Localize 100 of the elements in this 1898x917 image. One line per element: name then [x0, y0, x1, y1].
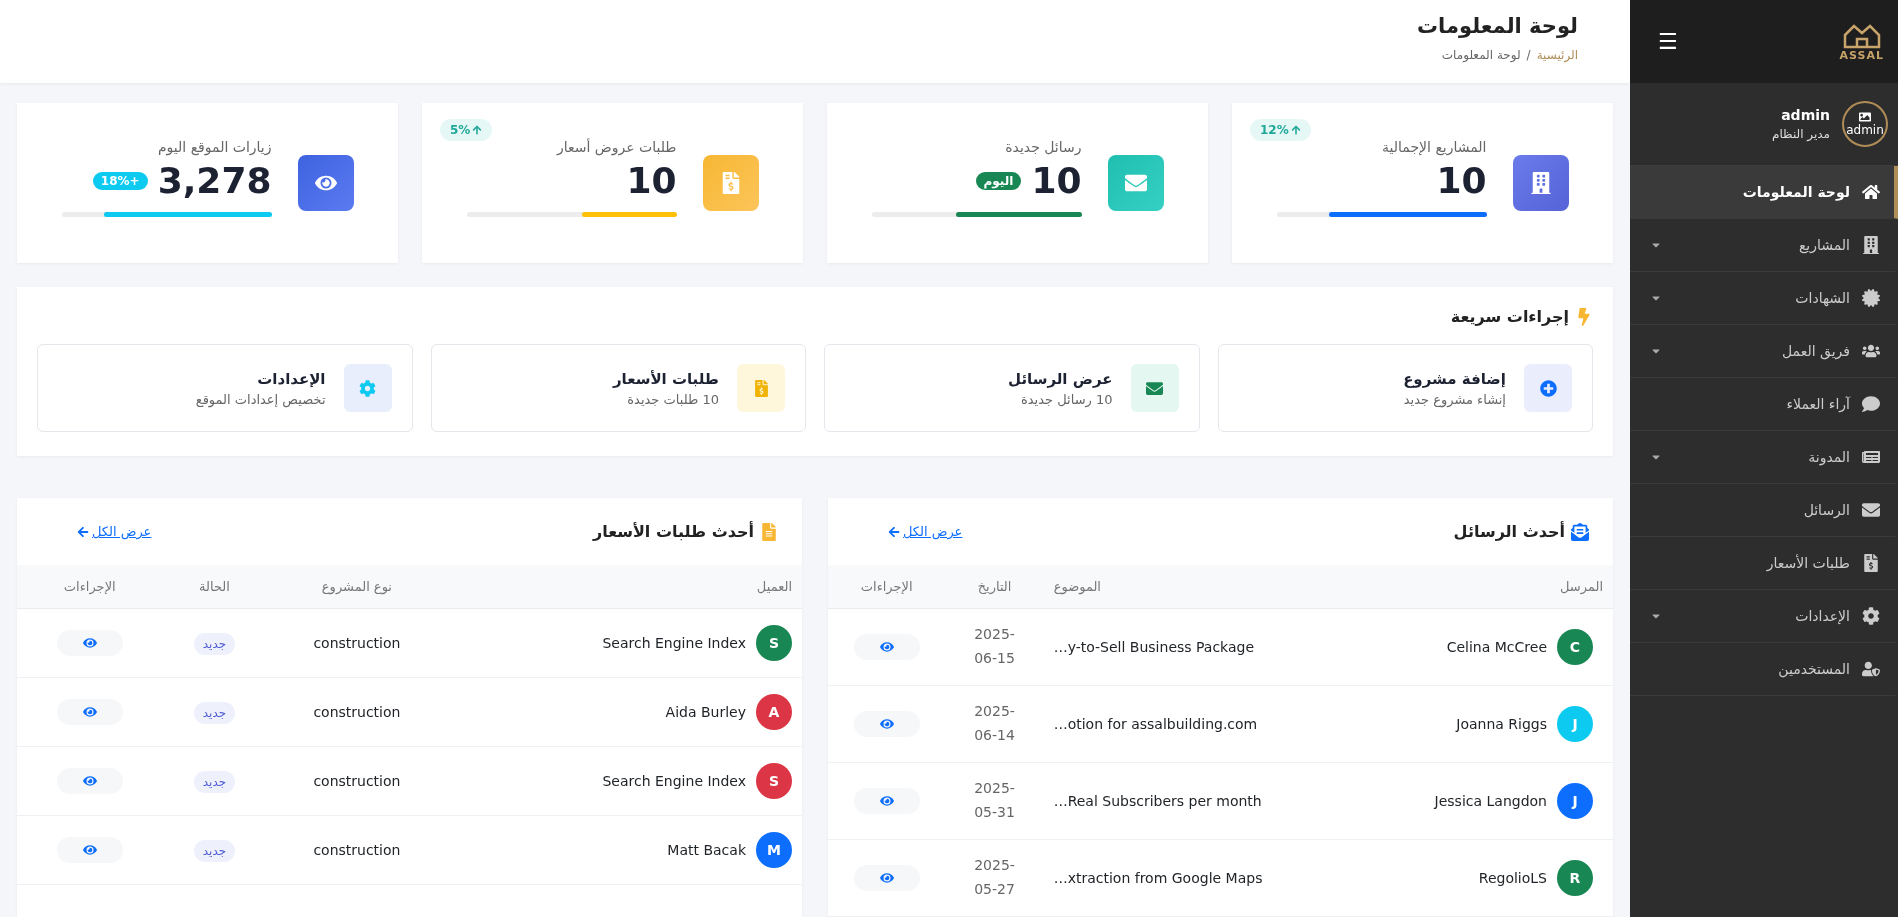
client-name: Search Engine Index [602, 773, 746, 789]
view-button[interactable] [56, 630, 123, 656]
column-header: التاريخ [945, 565, 1044, 609]
newspaper-icon [1862, 448, 1880, 466]
subject-text: …Real Subscribers per month [1053, 793, 1262, 809]
sidebar-item[interactable]: الشهادات [1630, 272, 1898, 325]
date-text: 2025-05-27 [973, 856, 1016, 899]
sender-name: Joanna Riggs [1456, 716, 1547, 732]
eye-icon [82, 843, 97, 857]
title-text: أحدث الرسائل [1453, 522, 1565, 541]
date-text: 2025-06-15 [973, 625, 1016, 668]
envelope-icon [1130, 364, 1179, 412]
column-header: الموضوع [1043, 565, 1356, 609]
eye-icon [879, 717, 894, 731]
action-subtitle: 10 رسائل جديدة [1019, 391, 1113, 407]
title-text: أحدث طلبات الأسعار [592, 522, 754, 541]
action-title: عرض الرسائل [1008, 369, 1113, 388]
broken-image-icon [1859, 111, 1871, 123]
building-icon [1512, 155, 1569, 211]
eye-icon [879, 871, 894, 885]
view-button[interactable] [853, 865, 920, 891]
envelope-icon [1107, 155, 1164, 211]
lightning-icon [1575, 307, 1593, 326]
stat-label: طلبات عروض أسعار [555, 138, 677, 155]
quick-action-card[interactable]: طلبات الأسعار 10 طلبات جديدة [430, 344, 806, 432]
action-title: إضافة مشروع [1403, 369, 1506, 388]
page-title: لوحة المعلومات [1416, 14, 1578, 38]
settings-icon [343, 364, 392, 412]
column-header: الحالة [162, 565, 267, 609]
stat-label: زيارات الموقع اليوم [156, 138, 272, 155]
user-role: مدير النظام [1771, 127, 1830, 141]
column-header: نوع المشروع [266, 565, 448, 609]
subject-text: …y-to-Sell Business Package [1053, 639, 1255, 655]
client-name: Search Engine Index [602, 635, 746, 651]
action-subtitle: تخصيص إعدادات الموقع [195, 391, 326, 407]
initial-avatar: R [1557, 860, 1593, 896]
invoice-icon [1862, 554, 1880, 572]
menu-button[interactable]: ☰ [1658, 29, 1678, 54]
project-type: construction [313, 773, 401, 789]
sidebar-item[interactable]: فريق العمل [1630, 325, 1898, 378]
status-badge: جديد [193, 771, 236, 793]
sidebar-item[interactable]: الرسائل [1630, 484, 1898, 537]
project-type: construction [313, 635, 401, 651]
initial-avatar: M [756, 832, 792, 868]
sidebar-item[interactable]: طلبات الأسعار [1630, 537, 1898, 590]
action-title: طلبات الأسعار [612, 369, 719, 388]
envelope-icon [1571, 522, 1589, 541]
view-button[interactable] [56, 837, 123, 863]
sender-name: Jessica Langdon [1434, 793, 1547, 809]
sidebar-item[interactable]: المستخدمين [1630, 643, 1898, 696]
date-text: 2025-06-14 [973, 702, 1016, 745]
view-button[interactable] [56, 699, 123, 725]
view-button[interactable] [853, 711, 920, 737]
plus-icon [1524, 364, 1572, 412]
action-title: الإعدادات [256, 369, 326, 388]
stat-value: 3,278 [157, 158, 272, 203]
quick-action-card[interactable]: إضافة مشروع إنشاء مشروع جديد [1217, 344, 1593, 432]
stat-value: 10 [1031, 158, 1082, 203]
column-header: الإجراءات [17, 565, 163, 609]
action-subtitle: 10 طلبات جديدة [626, 391, 719, 407]
column-header: الإجراءات [828, 565, 946, 609]
view-all-link[interactable]: عرض الكل [888, 524, 963, 539]
initial-avatar: C [1557, 629, 1593, 665]
sender-name: RegolioLS [1478, 870, 1547, 886]
sidebar-item[interactable]: لوحة المعلومات [1630, 166, 1898, 219]
status-badge: جديد [193, 840, 236, 862]
breadcrumb-current: لوحة المعلومات [1441, 48, 1521, 62]
project-type: construction [313, 704, 401, 720]
chat-bubble-icon [1862, 395, 1880, 413]
stat-value: 10 [1436, 158, 1487, 203]
view-all-link[interactable]: عرض الكل [77, 524, 152, 539]
eye-icon [82, 636, 97, 650]
sidebar-item[interactable]: آراء العملاء [1630, 378, 1898, 431]
date-text: 2025-05-31 [973, 779, 1016, 822]
invoice-icon [702, 155, 759, 211]
eye-icon [879, 794, 894, 808]
initial-avatar: J [1557, 783, 1593, 819]
view-button[interactable] [853, 634, 920, 660]
initial-avatar: A [756, 694, 792, 730]
document-icon [760, 522, 778, 541]
eye-icon [82, 705, 97, 719]
view-button[interactable] [853, 788, 920, 814]
quick-action-card[interactable]: الإعدادات تخصيص إعدادات الموقع [37, 344, 413, 432]
status-badge: جديد [193, 702, 236, 724]
user-name: admin [1780, 107, 1830, 123]
sidebar-item[interactable]: الإعدادات [1630, 590, 1898, 643]
stat-badge: 18%+ [92, 171, 148, 190]
sidebar-item[interactable]: المشاريع [1630, 219, 1898, 272]
column-header: المرسل [1355, 565, 1613, 609]
stat-label: المشاريع الإجمالية [1381, 138, 1487, 155]
view-button[interactable] [56, 768, 123, 794]
settings-icon [1862, 607, 1880, 625]
title-text: إجراءات سريعة [1450, 307, 1569, 326]
sidebar-item[interactable]: المدونة [1630, 431, 1898, 484]
quick-action-card[interactable]: عرض الرسائل 10 رسائل جديدة [824, 344, 1200, 432]
arrow-left-icon [888, 525, 900, 538]
users-icon [1862, 342, 1880, 360]
initial-avatar: J [1557, 706, 1593, 742]
client-name: Matt Bacak [667, 842, 746, 858]
action-subtitle: إنشاء مشروع جديد [1403, 391, 1506, 407]
